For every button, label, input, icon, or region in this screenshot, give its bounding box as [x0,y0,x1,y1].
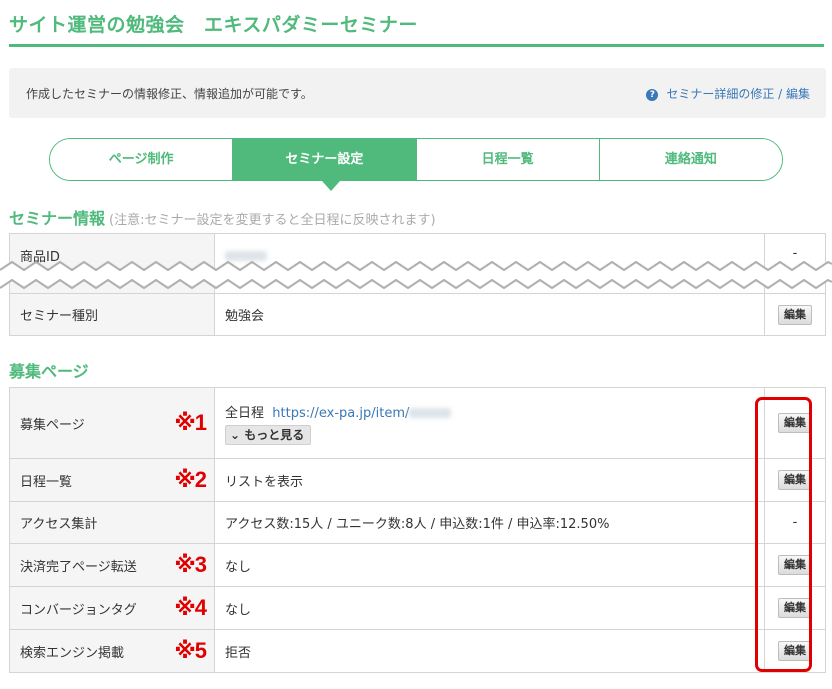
row-label: 募集ページ ※1 [9,387,215,459]
seminar-info-note: (注意:セミナー設定を変更すると全日程に反映されます) [109,213,436,228]
recruit-page-url[interactable]: https://ex-pa.jp/item/ [272,406,409,421]
show-more-label: もっと見る [244,427,305,442]
redacted-id [409,408,452,418]
edit-button[interactable]: 編集 [778,555,812,575]
tab-schedule-list[interactable]: 日程一覧 [415,139,599,180]
table-row: アクセス集計 アクセス数:15人 / ユニーク数:8人 / 申込数:1件 / 申… [9,501,826,544]
seminar-type-value: 勉強会 [214,293,765,336]
row-label: アクセス集計 [9,501,215,544]
table-row: 募集ページ ※1 全日程 https://ex-pa.jp/item/ ⌄ もっと… [9,387,826,459]
row-label-text: 日程一覧 [20,474,73,490]
recruit-page-value: 全日程 https://ex-pa.jp/item/ ⌄ もっと見る [214,387,765,459]
edit-details-link-label: セミナー詳細の修正 / 編集 [666,87,810,101]
show-more-button[interactable]: ⌄ もっと見る [225,424,312,445]
row-label-text: 検索エンジン掲載 [20,645,125,661]
row-value: なし [214,586,765,630]
row-action: 編集 [764,543,826,587]
table-row: 決済完了ページ転送 ※3 なし 編集 [9,543,826,587]
note-mark: ※3 [174,552,207,577]
row-value: リストを表示 [214,458,765,502]
edit-button[interactable]: 編集 [778,598,812,618]
row-label-text: 決済完了ページ転送 [20,559,137,575]
row-action: 編集 [764,586,826,630]
row-label: コンバージョンタグ ※4 [9,586,215,630]
table-row: セミナー種別 勉強会 編集 [9,293,826,336]
tab-notifications[interactable]: 連絡通知 [598,139,782,180]
help-icon: ? [646,89,659,101]
row-action: 編集 [764,629,826,673]
info-message: 作成したセミナーの情報修正、情報追加が可能です。 [26,87,313,101]
note-mark: ※2 [174,467,207,492]
tab-bar: ページ制作 セミナー設定 日程一覧 連絡通知 [49,138,783,181]
table-row: 検索エンジン掲載 ※5 拒否 編集 [9,629,826,673]
table-row: コンバージョンタグ ※4 なし 編集 [9,586,826,630]
seminar-info-title: セミナー情報 [9,209,106,228]
cut-marker [0,260,832,290]
row-label: 決済完了ページ転送 ※3 [9,543,215,587]
access-stats-value: アクセス数:15人 / ユニーク数:8人 / 申込数:1件 / 申込率:12.5… [214,501,765,544]
chevron-down-icon: ⌄ [230,427,241,442]
tab-seminar-settings[interactable]: セミナー設定 [232,139,416,180]
row-action: 編集 [764,458,826,502]
recruit-heading: 募集ページ [9,362,89,381]
edit-button[interactable]: 編集 [778,641,812,661]
edit-button[interactable]: 編集 [778,304,812,325]
seminar-info-heading: セミナー情報 (注意:セミナー設定を変更すると全日程に反映されます) [9,205,436,229]
tab-page-creation[interactable]: ページ制作 [50,139,233,180]
row-value: 拒否 [214,629,765,673]
row-label: 日程一覧 ※2 [9,458,215,502]
page-title: サイト運営の勉強会 エキスパダミーセミナー [9,8,824,47]
row-action: 編集 [764,293,826,336]
recruit-table: 募集ページ ※1 全日程 https://ex-pa.jp/item/ ⌄ もっと… [9,387,826,673]
note-mark: ※5 [174,638,207,663]
row-label-text: 募集ページ [20,417,85,433]
info-bar: 作成したセミナーの情報修正、情報追加が可能です。 ? セミナー詳細の修正 / 編集 [9,68,826,118]
row-value: なし [214,543,765,587]
active-tab-indicator [322,181,340,191]
row-label: 検索エンジン掲載 ※5 [9,629,215,673]
note-mark: ※1 [174,410,207,435]
edit-button[interactable]: 編集 [778,413,812,433]
note-mark: ※4 [174,595,207,620]
row-action: - [764,501,826,544]
table-row: 日程一覧 ※2 リストを表示 編集 [9,458,826,502]
edit-details-link[interactable]: ? セミナー詳細の修正 / 編集 [646,85,810,102]
edit-button[interactable]: 編集 [778,470,812,490]
all-dates-label: 全日程 [225,405,265,421]
row-label-text: コンバージョンタグ [20,602,137,618]
row-action: 編集 [764,387,826,459]
row-label: セミナー種別 [9,293,215,336]
